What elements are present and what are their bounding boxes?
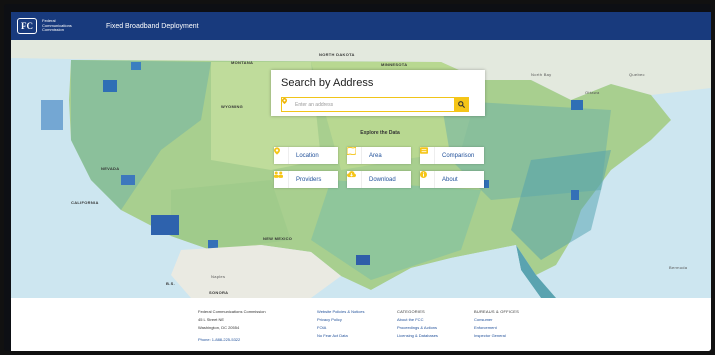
providers-icon — [274, 171, 289, 188]
footer-contact-line: 45 L Street NE — [198, 317, 225, 322]
tile-location-label: Location — [296, 152, 319, 159]
map-label: MINNESOTA — [381, 62, 408, 67]
footer-link[interactable]: Privacy Policy — [317, 316, 365, 324]
footer-link[interactable]: No Fear Act Data — [317, 332, 365, 340]
footer-link[interactable]: Licensing & Databases — [397, 332, 438, 340]
footer-link[interactable]: FOIA — [317, 324, 365, 332]
comparison-icon — [420, 147, 435, 164]
map-label: B.S. — [166, 281, 175, 286]
footer-categories: CATEGORIES About the FCC Proceedings & A… — [397, 308, 438, 340]
map-label: NEW MEXICO — [263, 236, 293, 241]
search-panel: Search by Address — [271, 70, 485, 116]
footer-contact-line: Washington, DC 20554 — [198, 325, 240, 330]
search-icon — [458, 101, 465, 108]
footer-link[interactable]: Enforcement — [474, 324, 519, 332]
fcc-logo[interactable]: FC Federal Communications Commission — [17, 18, 90, 34]
tile-download-label: Download — [369, 176, 396, 183]
footer-link[interactable]: Consumer — [474, 316, 519, 324]
address-search-box[interactable] — [281, 97, 455, 112]
location-pin-icon — [274, 147, 289, 164]
site-footer: Federal Communications Commission 45 L S… — [11, 298, 711, 351]
tile-area[interactable]: Area — [347, 147, 411, 164]
map-label: NORTH DAKOTA — [319, 52, 355, 57]
footer-contact-line: Federal Communications Commission — [198, 309, 266, 314]
search-title: Search by Address — [281, 77, 374, 89]
tile-about[interactable]: About — [420, 171, 484, 188]
explore-heading: Explore the Data — [360, 130, 400, 136]
search-button[interactable] — [454, 97, 469, 112]
tile-location[interactable]: Location — [274, 147, 338, 164]
fcc-logo-mark: FC — [17, 18, 37, 34]
map-label: WYOMING — [221, 104, 244, 109]
broadband-map[interactable]: MONTANA NORTH DAKOTA MINNESOTA WYOMING N… — [11, 40, 711, 298]
map-area-icon — [347, 147, 362, 164]
map-label: Quebec — [629, 72, 645, 77]
info-icon — [420, 171, 435, 188]
map-label: North Bay — [531, 72, 552, 77]
monitor-frame: FC Federal Communications Commission Fix… — [4, 4, 711, 351]
map-label: MONTANA — [231, 60, 254, 65]
map-label: NEVADA — [101, 166, 120, 171]
download-cloud-icon — [347, 171, 362, 188]
site-header: FC Federal Communications Commission Fix… — [11, 12, 711, 40]
footer-link[interactable]: Website Policies & Notices — [317, 308, 365, 316]
tile-area-label: Area — [369, 152, 382, 159]
footer-link[interactable]: Proceedings & Actions — [397, 324, 438, 332]
tile-providers-label: Providers — [296, 176, 322, 183]
map-label: Bermuda — [669, 265, 688, 270]
map-label: Naples — [211, 274, 226, 279]
map-label: CALIFORNIA — [71, 200, 99, 205]
agency-name-line: Commission — [42, 27, 65, 33]
map-label: Ottawa — [585, 90, 600, 95]
footer-column-header: BUREAUS & OFFICES — [474, 309, 519, 314]
footer-link[interactable]: About the FCC — [397, 316, 438, 324]
tile-download[interactable]: Download — [347, 171, 411, 188]
footer-bureaus: BUREAUS & OFFICES Consumer Enforcement I… — [474, 308, 519, 340]
footer-policies: Website Policies & Notices Privacy Polic… — [317, 308, 365, 340]
browser-viewport: FC Federal Communications Commission Fix… — [11, 12, 711, 351]
footer-phone[interactable]: Phone: 1-888-225-5322 — [198, 336, 266, 344]
tile-comparison[interactable]: Comparison — [420, 147, 484, 164]
tile-comparison-label: Comparison — [442, 152, 475, 159]
tile-about-label: About — [442, 176, 458, 183]
tile-providers[interactable]: Providers — [274, 171, 338, 188]
footer-link[interactable]: Inspector General — [474, 332, 519, 340]
location-pin-icon — [282, 98, 287, 104]
agency-name: Federal Communications Commission — [42, 19, 90, 33]
footer-contact: Federal Communications Commission 45 L S… — [198, 308, 266, 344]
app-title[interactable]: Fixed Broadband Deployment — [106, 23, 199, 30]
footer-column-header: CATEGORIES — [397, 309, 425, 314]
map-label: SONORA — [209, 290, 229, 295]
address-input[interactable] — [295, 98, 450, 111]
